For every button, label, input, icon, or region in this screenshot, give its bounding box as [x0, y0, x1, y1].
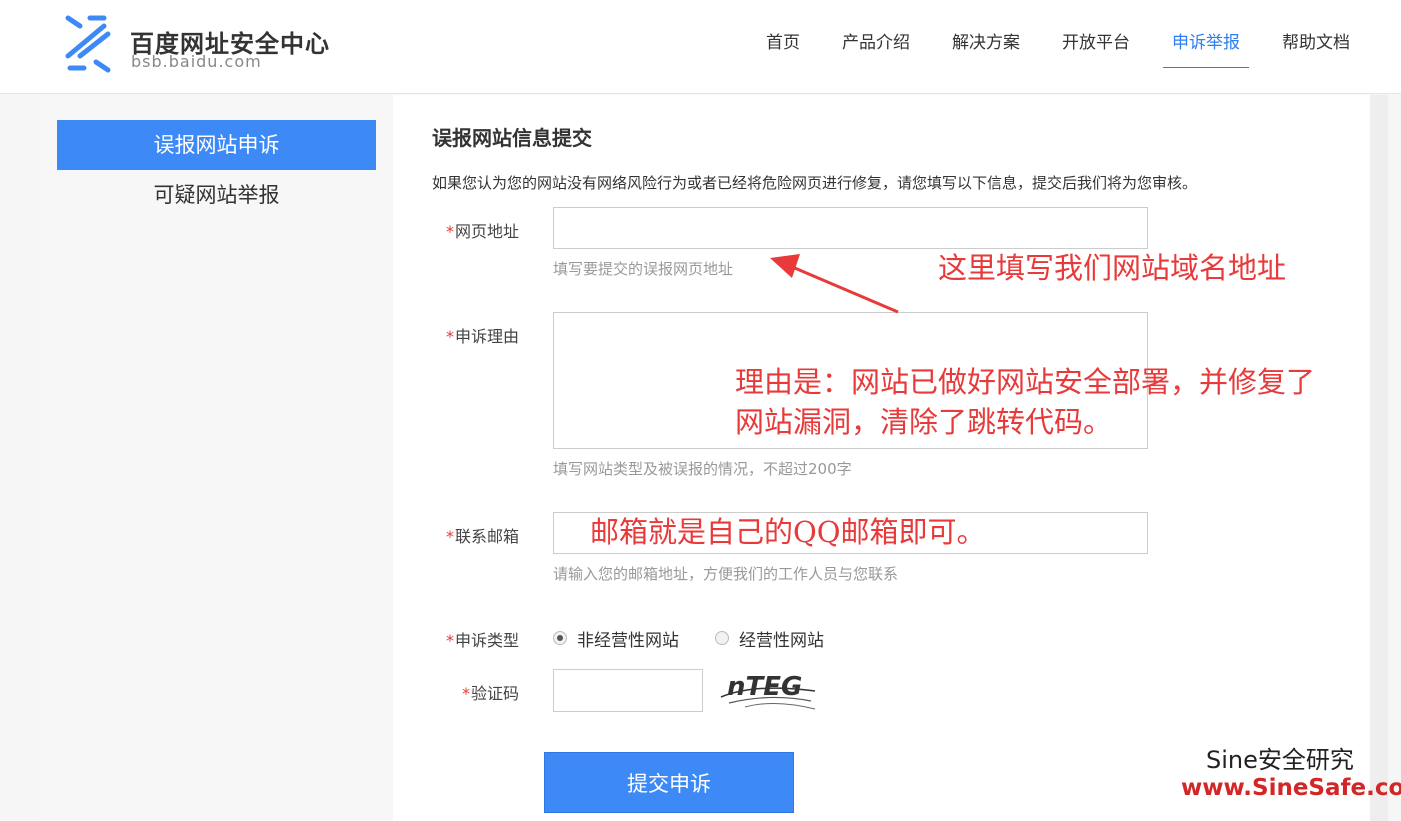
logo-mark-icon — [65, 15, 111, 73]
required-mark: * — [445, 527, 454, 546]
email-hint: 请输入您的邮箱地址，方便我们的工作人员与您联系 — [553, 565, 899, 583]
radio-label: 非经营性网站 — [577, 630, 679, 651]
nav-help-docs[interactable]: 帮助文档 — [1261, 0, 1371, 94]
nav-solutions[interactable]: 解决方案 — [931, 0, 1041, 94]
reason-label-text: 申诉理由 — [454, 327, 519, 346]
radio-non-commercial-site[interactable]: 非经营性网站 — [553, 626, 679, 651]
top-header: 百度网址安全中心 bsb.baidu.com 首页 产品介绍 解决方案 开放平台… — [0, 0, 1401, 94]
form-title: 误报网站信息提交 — [432, 126, 592, 150]
submit-appeal-button[interactable]: 提交申诉 — [544, 752, 794, 813]
watermark-url: www.SineSafe.com — [1181, 775, 1401, 801]
annotation-email-note: 邮箱就是自己的QQ邮箱即可。 — [590, 515, 986, 549]
nav-open-platform[interactable]: 开放平台 — [1041, 0, 1151, 94]
scroll-track[interactable] — [1370, 95, 1388, 821]
appeal-type-label-text: 申诉类型 — [454, 631, 519, 650]
annotation-reason-note-line2: 网站漏洞，清除了跳转代码。 — [735, 405, 1113, 439]
sidebar-item-suspicious-site-report[interactable]: 可疑网站举报 — [57, 170, 376, 220]
appeal-form-panel: 误报网站信息提交 如果您认为您的网站没有网络风险行为或者已经将危险网页进行修复，… — [393, 95, 1370, 821]
captcha-label-text: 验证码 — [470, 684, 519, 703]
annotation-reason-note-line1: 理由是：网站已做好网站安全部署，并修复了 — [735, 365, 1316, 399]
required-mark: * — [445, 631, 454, 650]
site-logo[interactable]: 百度网址安全中心 bsb.baidu.com — [60, 12, 360, 76]
nav-home[interactable]: 首页 — [745, 0, 821, 94]
required-mark: * — [445, 222, 454, 241]
required-mark: * — [445, 327, 454, 346]
url-input[interactable] — [553, 207, 1148, 249]
reason-hint: 填写网站类型及被误报的情况，不超过200字 — [553, 460, 852, 478]
appeal-type-radio-group: 非经营性网站 经营性网站 — [553, 626, 860, 651]
nav-appeal-report[interactable]: 申诉举报 — [1151, 0, 1261, 94]
radio-commercial-site[interactable]: 经营性网站 — [715, 626, 824, 651]
logo-subtitle: bsb.baidu.com — [131, 52, 262, 71]
captcha-input[interactable] — [553, 669, 703, 712]
sidebar-item-false-positive-appeal[interactable]: 误报网站申诉 — [57, 120, 376, 170]
watermark-brand: Sine安全研究 — [1206, 746, 1354, 774]
form-description: 如果您认为您的网站没有网络风险行为或者已经将危险网页进行修复，请您填写以下信息，… — [432, 174, 1198, 192]
main-nav: 首页 产品介绍 解决方案 开放平台 申诉举报 帮助文档 — [745, 0, 1371, 94]
email-label: *联系邮箱 — [393, 523, 519, 547]
reason-label: *申诉理由 — [393, 323, 519, 347]
url-label-text: 网页地址 — [454, 222, 519, 241]
appeal-type-label: *申诉类型 — [393, 627, 519, 651]
url-label: *网页地址 — [393, 218, 519, 242]
captcha-image[interactable]: nTEG — [715, 669, 823, 713]
annotation-url-note: 这里填写我们网站域名地址 — [938, 251, 1287, 285]
radio-unchecked-icon[interactable] — [715, 631, 729, 645]
email-label-text: 联系邮箱 — [454, 527, 519, 546]
radio-label: 经营性网站 — [739, 630, 824, 651]
required-mark: * — [461, 684, 470, 703]
nav-products[interactable]: 产品介绍 — [821, 0, 931, 94]
radio-checked-icon[interactable] — [553, 631, 567, 645]
url-hint: 填写要提交的误报网页地址 — [553, 260, 734, 278]
sidebar: 误报网站申诉 可疑网站举报 — [38, 95, 393, 821]
captcha-label: *验证码 — [393, 680, 519, 704]
